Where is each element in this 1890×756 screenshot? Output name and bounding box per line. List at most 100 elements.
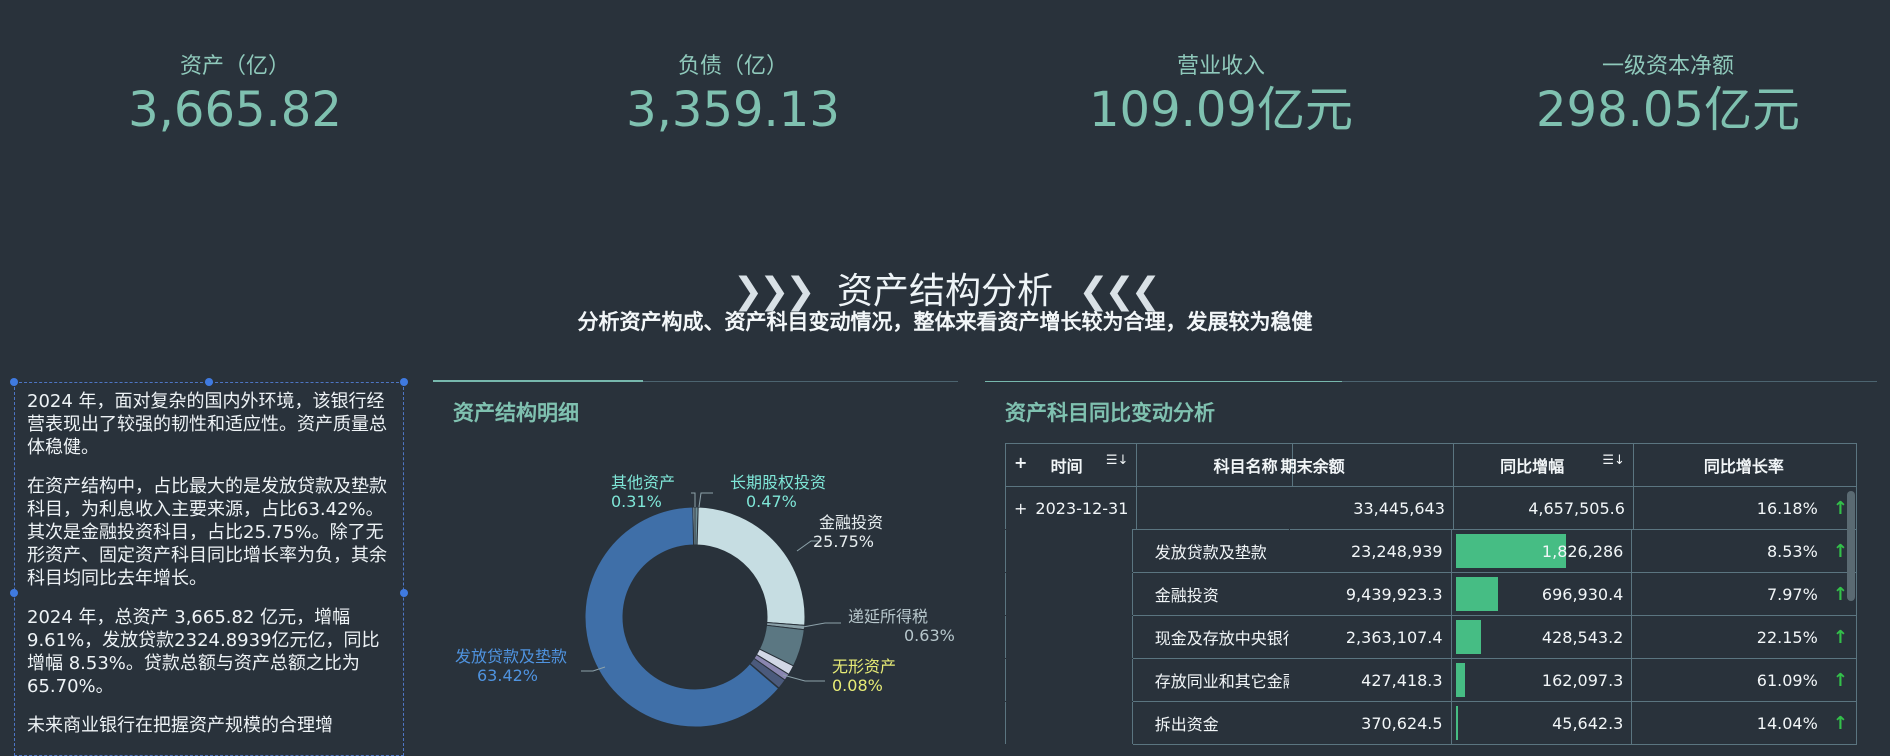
resize-handle[interactable] — [205, 378, 213, 386]
cell-time — [1005, 658, 1133, 702]
kpi-value: 109.09亿元 — [1089, 82, 1353, 138]
cell-rate: 8.53% ↑ — [1631, 529, 1857, 573]
asset-donut-chart — [581, 492, 841, 728]
table-row[interactable]: 现金及存放中央银行 2,363,107.4 428,543.2 22.15% ↑ — [1005, 615, 1857, 659]
cell-rate: 16.18% ↑ — [1632, 486, 1858, 530]
cell-time — [1005, 529, 1133, 573]
resize-handle[interactable] — [400, 589, 408, 597]
header-rate[interactable]: 同比增长率 — [1632, 443, 1858, 487]
kpi-label: 资产（亿） — [179, 54, 290, 79]
cell-rate: 61.09% ↑ — [1631, 658, 1857, 702]
table-row[interactable]: 金融投资 9,439,923.3 696,930.4 7.97% ↑ — [1005, 572, 1857, 616]
expand-all-button[interactable]: + — [1014, 453, 1027, 472]
kpi-value: 3,359.13 — [626, 82, 840, 138]
cell-time — [1005, 615, 1133, 659]
leader-line-4 — [782, 674, 825, 682]
table-row[interactable]: 发放贷款及垫款 23,248,939 1,826,286 8.53% ↑ — [1005, 529, 1857, 573]
table-row[interactable]: 拆出资金 370,624.5 45,642.3 14.04% ↑ — [1005, 701, 1857, 745]
resize-handle[interactable] — [10, 589, 18, 597]
arrow-up-icon: ↑ — [1832, 540, 1848, 562]
cell-rate: 7.97% ↑ — [1631, 572, 1857, 616]
arrow-up-icon: ↑ — [1832, 626, 1848, 648]
resize-handle[interactable] — [400, 378, 408, 386]
kpi-label: 营业收入 — [1176, 54, 1265, 79]
yoy-change-table: + 时间 ☰↓ 科目名称 期末余额 同比增幅 ☰↓ 同比增长率 +2023-12… — [1004, 443, 1858, 530]
narrative-paragraph: 在资产结构中，占比最大的是发放贷款及垫款科目，为利息收入主要来源，占比63.42… — [27, 476, 387, 589]
arrow-up-icon: ↑ — [1832, 497, 1848, 519]
arrow-up-icon: ↑ — [1832, 669, 1848, 691]
chart-label-lt-equity: 长期股权投资 0.47% — [730, 473, 826, 511]
cell-name: 发放贷款及垫款 — [1131, 529, 1290, 573]
yoy-change-table-body: 发放贷款及垫款 23,248,939 1,826,286 8.53% ↑ 金融投资 9,4… — [1005, 529, 1857, 745]
cell-balance: 33,445,643 — [1291, 486, 1454, 530]
header-change[interactable]: 同比增幅 ☰↓ — [1452, 443, 1634, 487]
resize-handle[interactable] — [10, 378, 18, 386]
cell-rate: 22.15% ↑ — [1631, 615, 1857, 659]
kpi-label: 负债（亿） — [677, 54, 788, 79]
sort-icon[interactable]: ☰↓ — [1602, 453, 1625, 468]
narrative-paragraph: 2024 年，面对复杂的国内外环境，该银行经营表现出了较强的韧性和适应性。资产质… — [27, 391, 387, 458]
section-subtitle: 分析资产构成、资产科目变动情况，整体来看资产增长较为合理，发展较为稳健 — [577, 310, 1313, 334]
header-balance-label: 期末余额 — [1280, 457, 1345, 476]
cell-balance: 23,248,939 — [1288, 529, 1452, 573]
change-bar — [1455, 577, 1498, 611]
kpi-label: 一级资本净额 — [1601, 54, 1734, 79]
chart-label-deferred-tax: 递延所得税 0.63% — [848, 607, 956, 645]
cell-time — [1005, 701, 1133, 745]
cell-change: 1,826,286 — [1450, 529, 1633, 573]
kpi-assets: 资产（亿） 3,665.82 — [25, 48, 445, 137]
cell-change: 162,097.3 — [1450, 658, 1633, 702]
cell-change: 428,543.2 — [1450, 615, 1633, 659]
cell-change: 45,642.3 — [1450, 701, 1633, 745]
cell-balance: 9,439,923.3 — [1288, 572, 1452, 616]
cell-name: 拆出资金 — [1131, 701, 1290, 745]
chart-label-loans: 发放贷款及垫款 63.42% — [455, 647, 567, 685]
narrative-textbox[interactable]: 2024 年，面对复杂的国内外环境，该银行经营表现出了较强的韧性和适应性。资产质… — [14, 382, 404, 756]
kpi-tier1-capital: 一级资本净额 298.05亿元 — [1458, 48, 1878, 137]
kpi-value: 298.05亿元 — [1536, 82, 1800, 138]
chart-label-other-assets: 其他资产 0.31% — [611, 473, 675, 511]
sort-icon[interactable]: ☰↓ — [1106, 453, 1129, 468]
arrow-up-icon: ↑ — [1832, 583, 1848, 605]
leader-line-3 — [802, 622, 841, 628]
cell-change: 4,657,505.6 — [1452, 486, 1634, 530]
cell-balance: 2,363,107.4 — [1288, 615, 1452, 659]
asset-structure-panel: 资产结构明细 其他资产 0.31% 长期股权投资 0.47% 金融投资 25.7… — [433, 380, 958, 756]
slice-name: 金融投资 — [819, 513, 884, 532]
cell-balance: 370,624.5 — [1288, 701, 1452, 745]
slice-name: 长期股权投资 — [730, 473, 827, 492]
narrative-paragraph: 2024 年，总资产 3,665.82 亿元，增幅9.61%，发放贷款2324.… — [27, 607, 380, 697]
donut-slice-1[interactable] — [696, 506, 806, 626]
slice-value: 0.47% — [746, 492, 797, 511]
narrative-paragraph: 未来商业银行在把握资产规模的合理增 — [27, 715, 333, 736]
chart-label-intangible: 无形资产 0.08% — [832, 657, 896, 695]
change-bar — [1455, 706, 1459, 740]
header-name[interactable]: 科目名称 — [1136, 443, 1293, 487]
yoy-change-panel: 资产科目同比变动分析 + 时间 ☰↓ 科目名称 期末余额 同比增幅 ☰↓ 同比增… — [985, 381, 1877, 756]
slice-name: 递延所得税 — [848, 607, 929, 626]
cell-name — [1136, 486, 1293, 530]
slice-value: 63.42% — [477, 666, 539, 685]
cell-rate: 14.04% ↑ — [1631, 701, 1857, 745]
header-balance[interactable]: 期末余额 — [1281, 443, 1454, 487]
cell-name: 金融投资 — [1131, 572, 1290, 616]
slice-value: 25.75% — [813, 532, 875, 551]
slice-value: 0.63% — [904, 626, 955, 645]
expand-row-button[interactable]: + — [1014, 499, 1027, 518]
slice-name: 无形资产 — [832, 657, 897, 676]
kpi-revenue: 营业收入 109.09亿元 — [1011, 48, 1431, 137]
table-row[interactable]: 存放同业和其它金融 427,418.3 162,097.3 61.09% ↑ — [1005, 658, 1857, 702]
scrollbar-thumb[interactable] — [1847, 491, 1855, 601]
leader-line-1 — [698, 492, 713, 508]
cell-time: +2023-12-31 — [1004, 486, 1138, 530]
slice-name: 其他资产 — [611, 473, 676, 492]
kpi-value: 3,665.82 — [128, 82, 342, 138]
cell-change: 696,930.4 — [1450, 572, 1633, 616]
header-time[interactable]: + 时间 ☰↓ — [1004, 443, 1138, 487]
panel-divider-accent — [985, 381, 1342, 382]
slice-value: 0.31% — [611, 492, 662, 511]
header-rate-label: 同比增长率 — [1703, 457, 1784, 476]
table-row-total[interactable]: +2023-12-31 33,445,643 4,657,505.6 16.18… — [1004, 486, 1858, 530]
leader-line-0 — [691, 492, 696, 507]
cell-balance: 427,418.3 — [1288, 658, 1452, 702]
